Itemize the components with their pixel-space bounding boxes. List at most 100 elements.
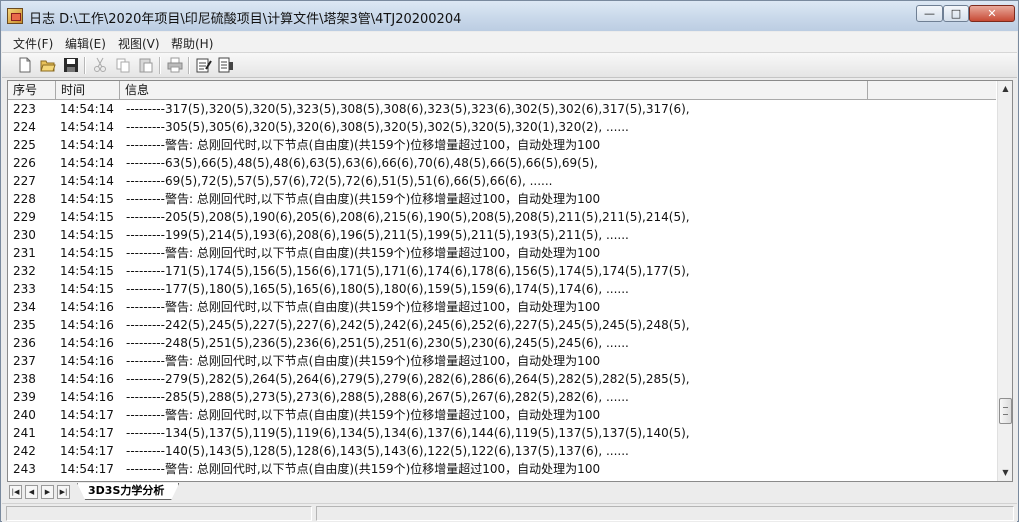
sheet-tab-3d3s[interactable]: 3D3S力学分析 — [77, 483, 180, 500]
row-time-cell: 14:54:15 — [60, 228, 114, 242]
vertical-scrollbar[interactable]: ▲ ▼ — [997, 81, 1012, 481]
row-time-cell: 14:54:17 — [60, 426, 114, 440]
cut-icon[interactable] — [90, 56, 110, 75]
table-row[interactable]: 232 14:54:15 ---------171(5),174(5),156(5)… — [8, 262, 996, 280]
table-row[interactable]: 242 14:54:17 ---------140(5),143(5),128(5)… — [8, 442, 996, 460]
row-message-cell: ---------140(5),143(5),128(5),128(6),143… — [126, 444, 629, 458]
prev-sheet-button[interactable]: ◀ — [25, 485, 38, 499]
row-time-cell: 14:54:16 — [60, 318, 114, 332]
row-index-cell: 236 — [13, 336, 36, 350]
row-index-cell: 231 — [13, 246, 36, 260]
table-row[interactable]: 235 14:54:16 ---------242(5),245(5),227(5)… — [8, 316, 996, 334]
row-message-cell: ---------248(5),251(5),236(5),236(6),251… — [126, 336, 629, 350]
row-index-cell: 241 — [13, 426, 36, 440]
menu-help[interactable]: 帮助(H) — [171, 35, 213, 52]
row-index-cell: 238 — [13, 372, 36, 386]
menu-file[interactable]: 文件(F) — [13, 35, 53, 52]
open-folder-icon[interactable] — [38, 56, 58, 75]
table-row[interactable]: 223 14:54:14 ---------317(5),320(5),320(5)… — [8, 100, 996, 118]
next-sheet-button[interactable]: ▶ — [41, 485, 54, 499]
row-index-cell: 228 — [13, 192, 36, 206]
menu-view[interactable]: 视图(V) — [118, 35, 160, 52]
copy-icon[interactable] — [113, 56, 133, 75]
toolbar-separator — [159, 57, 161, 74]
row-message-cell: ---------63(5),66(5),48(5),48(6),63(5),6… — [126, 156, 598, 170]
menu-edit[interactable]: 编辑(E) — [65, 35, 106, 52]
log-table: 序号 时间 信息 223 14:54:14 ---------317(5),320(… — [7, 80, 1013, 482]
table-row[interactable]: 236 14:54:16 ---------248(5),251(5),236(5)… — [8, 334, 996, 352]
row-time-cell: 14:54:16 — [60, 372, 114, 386]
scroll-thumb[interactable] — [999, 398, 1012, 424]
new-file-icon[interactable] — [15, 56, 35, 75]
export-icon[interactable] — [216, 56, 236, 75]
scroll-down-arrow[interactable]: ▼ — [998, 465, 1012, 481]
table-row[interactable]: 226 14:54:14 ---------63(5),66(5),48(5),48… — [8, 154, 996, 172]
row-index-cell: 226 — [13, 156, 36, 170]
title-bar[interactable]: 日志 D:\工作\2020年项目\印尼硫酸项目\计算文件\塔架3管\4TJ202… — [1, 1, 1018, 31]
table-row[interactable]: 227 14:54:14 ---------69(5),72(5),57(5),57… — [8, 172, 996, 190]
row-time-cell: 14:54:16 — [60, 390, 114, 404]
table-row[interactable]: 230 14:54:15 ---------199(5),214(5),193(6)… — [8, 226, 996, 244]
window-title: 日志 D:\工作\2020年项目\印尼硫酸项目\计算文件\塔架3管\4TJ202… — [29, 12, 462, 27]
row-index-cell: 225 — [13, 138, 36, 152]
row-message-cell: ---------279(5),282(5),264(5),264(6),279… — [126, 372, 690, 386]
row-message-cell: ---------305(5),305(6),320(5),320(6),308… — [126, 120, 629, 134]
row-message-cell: ---------134(5),137(5),119(5),119(6),134… — [126, 426, 690, 440]
minimize-button[interactable]: — — [916, 5, 943, 22]
table-row[interactable]: 241 14:54:17 ---------134(5),137(5),119(5)… — [8, 424, 996, 442]
row-message-cell: ---------199(5),214(5),193(6),208(6),196… — [126, 228, 629, 242]
row-index-cell: 230 — [13, 228, 36, 242]
row-message-cell: ---------317(5),320(5),320(5),323(5),308… — [126, 102, 690, 116]
table-row[interactable]: 225 14:54:14 ---------警告: 总刚回代时,以下节点(自由度)(… — [8, 136, 996, 154]
row-time-cell: 14:54:16 — [60, 336, 114, 350]
first-sheet-button[interactable]: |◀ — [9, 485, 22, 499]
table-row[interactable]: 233 14:54:15 ---------177(5),180(5),165(5)… — [8, 280, 996, 298]
toolbar — [2, 53, 1017, 78]
table-row[interactable]: 237 14:54:16 ---------警告: 总刚回代时,以下节点(自由度)(… — [8, 352, 996, 370]
row-message-cell: ---------177(5),180(5),165(5),165(6),180… — [126, 282, 629, 296]
row-index-cell: 227 — [13, 174, 36, 188]
last-sheet-button[interactable]: ▶| — [57, 485, 70, 499]
table-row[interactable]: 224 14:54:14 ---------305(5),305(6),320(5)… — [8, 118, 996, 136]
status-panel-left — [6, 506, 312, 521]
save-icon[interactable] — [61, 56, 81, 75]
row-time-cell: 14:54:14 — [60, 156, 114, 170]
row-index-cell: 234 — [13, 300, 36, 314]
maximize-button[interactable]: □ — [943, 5, 969, 22]
row-index-cell: 240 — [13, 408, 36, 422]
table-row[interactable]: 239 14:54:16 ---------285(5),288(5),273(5)… — [8, 388, 996, 406]
close-button[interactable]: ✕ — [969, 5, 1015, 22]
row-time-cell: 14:54:14 — [60, 138, 114, 152]
table-row[interactable]: 228 14:54:15 ---------警告: 总刚回代时,以下节点(自由度)(… — [8, 190, 996, 208]
column-header-message[interactable]: 信息 — [120, 81, 868, 99]
row-time-cell: 14:54:15 — [60, 210, 114, 224]
table-row[interactable]: 240 14:54:17 ---------警告: 总刚回代时,以下节点(自由度)(… — [8, 406, 996, 424]
table-row[interactable]: 229 14:54:15 ---------205(5),208(5),190(6)… — [8, 208, 996, 226]
row-time-cell: 14:54:14 — [60, 120, 114, 134]
paste-icon[interactable] — [136, 56, 156, 75]
row-index-cell: 239 — [13, 390, 36, 404]
row-index-cell: 237 — [13, 354, 36, 368]
row-message-cell: ---------285(5),288(5),273(5),273(6),288… — [126, 390, 629, 404]
scroll-up-arrow[interactable]: ▲ — [998, 81, 1012, 97]
table-row[interactable]: 234 14:54:16 ---------警告: 总刚回代时,以下节点(自由度)(… — [8, 298, 996, 316]
row-message-cell: ---------205(5),208(5),190(6),205(6),208… — [126, 210, 690, 224]
row-time-cell: 14:54:15 — [60, 264, 114, 278]
row-message-cell: ---------69(5),72(5),57(5),57(6),72(5),7… — [126, 174, 553, 188]
row-index-cell: 229 — [13, 210, 36, 224]
table-row[interactable]: 231 14:54:15 ---------警告: 总刚回代时,以下节点(自由度)(… — [8, 244, 996, 262]
print-icon[interactable] — [165, 56, 185, 75]
row-message-cell: ---------警告: 总刚回代时,以下节点(自由度)(共159个)位移增量超… — [126, 354, 601, 368]
edit-note-icon[interactable] — [194, 56, 214, 75]
row-message-cell: ---------警告: 总刚回代时,以下节点(自由度)(共159个)位移增量超… — [126, 300, 601, 314]
column-header-index[interactable]: 序号 — [8, 81, 56, 99]
row-time-cell: 14:54:17 — [60, 444, 114, 458]
table-row[interactable]: 238 14:54:16 ---------279(5),282(5),264(5)… — [8, 370, 996, 388]
row-time-cell: 14:54:17 — [60, 408, 114, 422]
row-time-cell: 14:54:16 — [60, 354, 114, 368]
table-row[interactable]: 243 14:54:17 ---------警告: 总刚回代时,以下节点(自由度)(… — [8, 460, 996, 478]
row-index-cell: 223 — [13, 102, 36, 116]
app-icon — [7, 8, 23, 24]
row-index-cell: 242 — [13, 444, 36, 458]
column-header-time[interactable]: 时间 — [56, 81, 120, 99]
